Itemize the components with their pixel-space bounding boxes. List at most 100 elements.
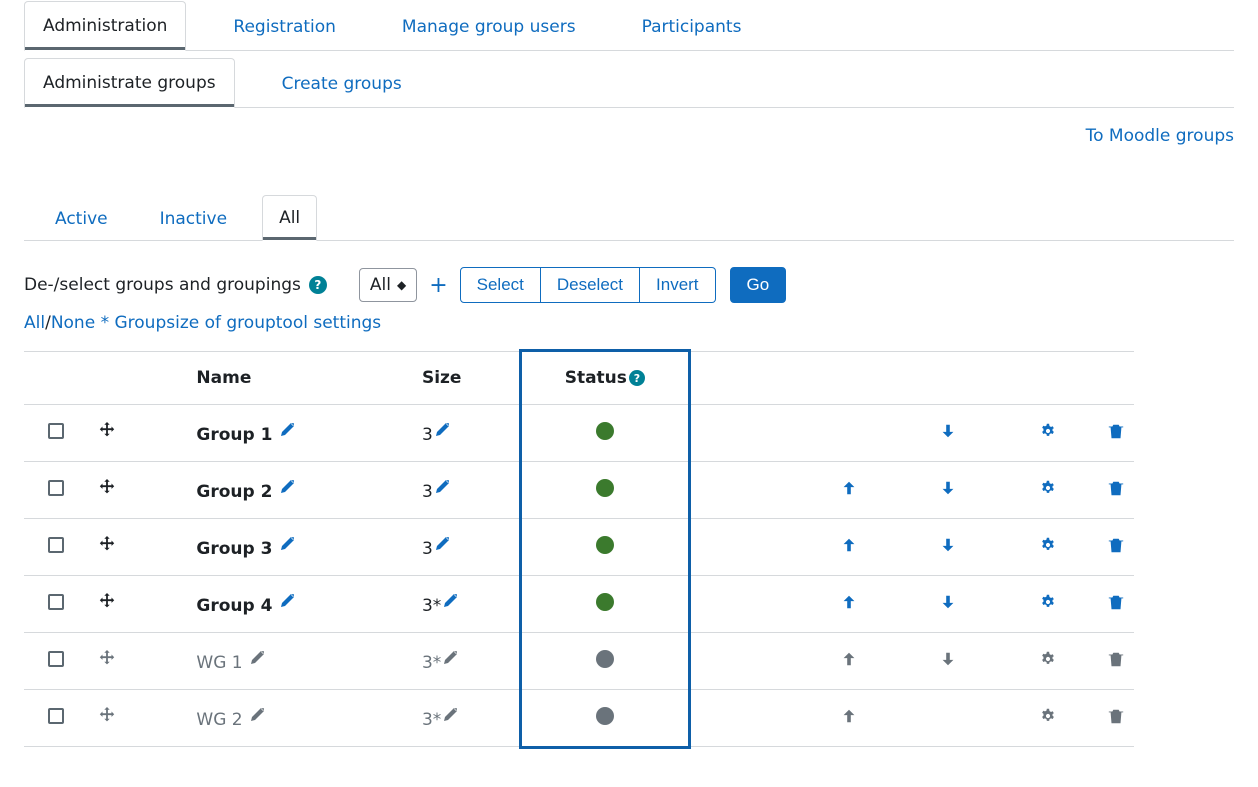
settings-icon[interactable] [1038, 535, 1058, 555]
edit-size-icon[interactable] [441, 649, 461, 669]
status-help-icon[interactable]: ? [629, 370, 645, 386]
move-up-icon[interactable] [839, 706, 859, 726]
th-name: Name [188, 352, 414, 405]
edit-size-icon[interactable] [441, 592, 461, 612]
groups-table: Name Size Status ? Group 1 3Group 2 3Gro… [24, 351, 1134, 747]
status-dot[interactable] [596, 536, 614, 554]
group-size: 3 [422, 482, 433, 502]
secondary-tabs: Administrate groups Create groups [24, 57, 1234, 108]
legend-all-link[interactable]: All [24, 313, 45, 333]
select-button-group: Select Deselect Invert [460, 267, 716, 303]
delete-icon[interactable] [1106, 706, 1126, 726]
group-name: Group 2 [196, 482, 272, 502]
help-icon[interactable]: ? [309, 276, 327, 294]
delete-icon[interactable] [1106, 478, 1126, 498]
delete-icon[interactable] [1106, 592, 1126, 612]
table-row: WG 2 3* [24, 690, 1134, 747]
select-button[interactable]: Select [460, 267, 541, 303]
legend-note[interactable]: * Groupsize of grouptool settings [95, 313, 381, 333]
status-dot[interactable] [596, 650, 614, 668]
move-down-icon[interactable] [938, 649, 958, 669]
tab-registration[interactable]: Registration [214, 2, 355, 51]
row-checkbox[interactable] [48, 480, 64, 496]
tab-administration[interactable]: Administration [24, 1, 186, 51]
move-down-icon[interactable] [938, 535, 958, 555]
status-dot[interactable] [596, 479, 614, 497]
group-name: Group 1 [196, 425, 272, 445]
table-row: Group 2 3 [24, 462, 1134, 519]
legend-none-link[interactable]: None [51, 313, 95, 333]
primary-tabs: Administration Registration Manage group u… [24, 0, 1234, 51]
row-checkbox[interactable] [48, 537, 64, 553]
table-row: Group 4 3* [24, 576, 1134, 633]
edit-name-icon[interactable] [278, 535, 298, 555]
legend: All/None * Groupsize of grouptool settin… [24, 313, 1234, 333]
to-moodle-groups-link[interactable]: To Moodle groups [1086, 126, 1234, 146]
caret-icon: ◆ [397, 279, 406, 291]
tab-administrate-groups[interactable]: Administrate groups [24, 58, 235, 108]
add-icon[interactable]: + [425, 273, 451, 298]
move-icon[interactable] [97, 706, 117, 726]
move-up-icon[interactable] [839, 535, 859, 555]
group-name: WG 2 [196, 710, 242, 730]
move-icon[interactable] [97, 478, 117, 498]
invert-button[interactable]: Invert [640, 267, 716, 303]
edit-name-icon[interactable] [248, 706, 268, 726]
edit-name-icon[interactable] [278, 478, 298, 498]
status-dot[interactable] [596, 707, 614, 725]
status-dot[interactable] [596, 593, 614, 611]
edit-name-icon[interactable] [278, 421, 298, 441]
delete-icon[interactable] [1106, 649, 1126, 669]
delete-icon[interactable] [1106, 535, 1126, 555]
group-name: Group 3 [196, 539, 272, 559]
group-size: 3* [422, 653, 441, 673]
move-up-icon[interactable] [839, 592, 859, 612]
settings-icon[interactable] [1038, 421, 1058, 441]
group-name: Group 4 [196, 596, 272, 616]
filter-tab-active[interactable]: Active [38, 196, 125, 241]
th-size: Size [414, 352, 525, 405]
group-size: 3 [422, 539, 433, 559]
tab-manage-group-users[interactable]: Manage group users [383, 2, 595, 51]
th-status: Status ? [525, 352, 685, 405]
deselect-button[interactable]: Deselect [541, 267, 640, 303]
edit-size-icon[interactable] [433, 535, 453, 555]
edit-size-icon[interactable] [433, 478, 453, 498]
move-down-icon[interactable] [938, 478, 958, 498]
settings-icon[interactable] [1038, 478, 1058, 498]
delete-icon[interactable] [1106, 421, 1126, 441]
move-icon[interactable] [97, 421, 117, 441]
table-row: Group 3 3 [24, 519, 1134, 576]
settings-icon[interactable] [1038, 706, 1058, 726]
th-status-label: Status [565, 368, 627, 388]
row-checkbox[interactable] [48, 651, 64, 667]
row-checkbox[interactable] [48, 594, 64, 610]
row-checkbox[interactable] [48, 708, 64, 724]
edit-size-icon[interactable] [441, 706, 461, 726]
move-down-icon[interactable] [938, 421, 958, 441]
move-up-icon[interactable] [839, 478, 859, 498]
edit-name-icon[interactable] [248, 649, 268, 669]
status-dot[interactable] [596, 422, 614, 440]
move-down-icon[interactable] [938, 592, 958, 612]
move-icon[interactable] [97, 592, 117, 612]
table-row: Group 1 3 [24, 405, 1134, 462]
settings-icon[interactable] [1038, 649, 1058, 669]
edit-size-icon[interactable] [433, 421, 453, 441]
move-up-icon[interactable] [839, 649, 859, 669]
move-icon[interactable] [97, 535, 117, 555]
go-button[interactable]: Go [730, 267, 787, 303]
move-icon[interactable] [97, 649, 117, 669]
group-size: 3* [422, 596, 441, 616]
table-row: WG 1 3* [24, 633, 1134, 690]
grouping-select[interactable]: All ◆ [359, 268, 417, 302]
edit-name-icon[interactable] [278, 592, 298, 612]
settings-icon[interactable] [1038, 592, 1058, 612]
filter-tab-all[interactable]: All [262, 195, 317, 241]
group-name: WG 1 [196, 653, 242, 673]
tab-participants[interactable]: Participants [623, 2, 761, 51]
toolbar-label: De-/select groups and groupings [24, 275, 301, 295]
filter-tab-inactive[interactable]: Inactive [143, 196, 244, 241]
tab-create-groups[interactable]: Create groups [263, 59, 421, 108]
row-checkbox[interactable] [48, 423, 64, 439]
